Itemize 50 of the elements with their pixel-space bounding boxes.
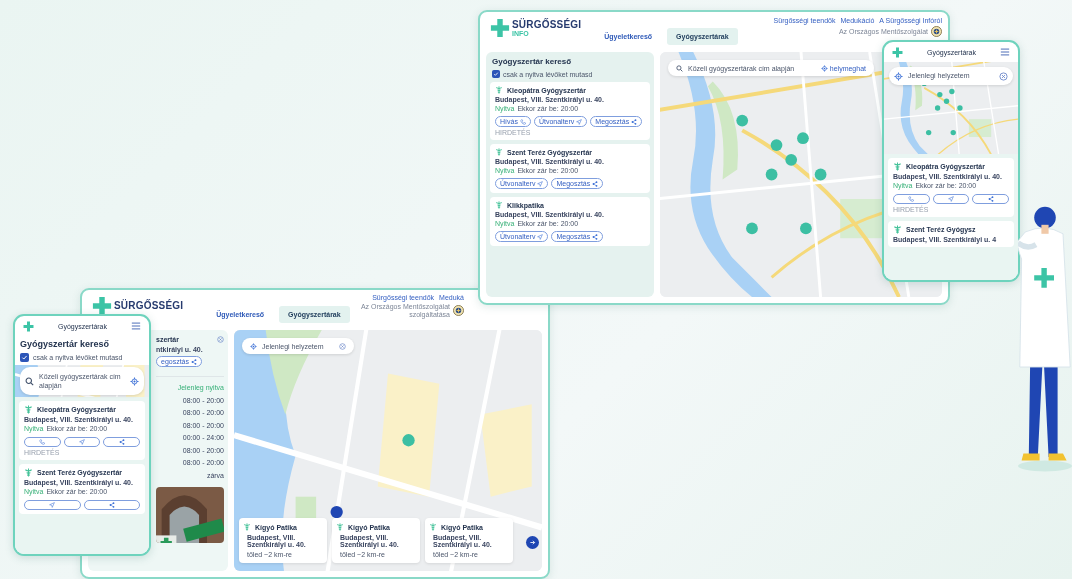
- search-icon: [25, 376, 34, 386]
- navigation-arrow-icon: [948, 196, 954, 202]
- cross-icon: [23, 320, 34, 332]
- emblem-icon: [453, 305, 464, 317]
- route-button[interactable]: [24, 500, 81, 510]
- crosshair-icon: [250, 342, 257, 350]
- checkbox[interactable]: [492, 70, 500, 78]
- cross-icon: [92, 296, 112, 316]
- share-icon: [108, 502, 115, 508]
- close-icon[interactable]: [217, 336, 224, 343]
- caduceus-icon: [495, 201, 503, 209]
- emblem-icon: [931, 26, 942, 37]
- share-icon: [631, 118, 638, 125]
- close-icon: [339, 342, 346, 350]
- route-button[interactable]: [932, 194, 970, 204]
- caduceus-icon: [429, 523, 437, 531]
- share-icon: [987, 196, 994, 202]
- logo-text: SÜRGŐSSÉGI: [512, 19, 582, 30]
- route-button[interactable]: [63, 437, 101, 447]
- share-icon: [191, 358, 198, 365]
- crosshair-icon: [130, 376, 139, 386]
- navigation-arrow-icon: [576, 118, 583, 125]
- share-button[interactable]: [972, 194, 1009, 204]
- caduceus-icon: [336, 523, 344, 531]
- call-button[interactable]: [24, 437, 61, 447]
- logo-text: SÜRGŐSSÉGI: [114, 301, 184, 311]
- phone-icon: [39, 439, 46, 445]
- caduceus-icon: [495, 148, 503, 156]
- caduceus-icon: [24, 405, 33, 414]
- caduceus-icon: [495, 86, 503, 94]
- menu-icon[interactable]: [131, 322, 141, 330]
- cross-icon: [490, 18, 510, 38]
- share-icon: [592, 233, 599, 240]
- navigation-arrow-icon: [537, 180, 544, 187]
- navigation-arrow-icon: [537, 233, 544, 240]
- share-icon: [592, 180, 599, 187]
- navigation-arrow-icon: [49, 502, 56, 508]
- panel-title: Gyógyszertár kereső: [19, 338, 111, 351]
- menu-icon[interactable]: [1000, 48, 1010, 56]
- share-button[interactable]: [83, 500, 140, 510]
- caduceus-icon: [243, 523, 251, 531]
- panel-title: Gyógyszertár kereső: [491, 57, 573, 66]
- close-icon: [999, 71, 1008, 81]
- arrow-icon: [529, 539, 536, 546]
- share-button[interactable]: [103, 437, 140, 447]
- share-icon: [118, 439, 125, 445]
- checkbox[interactable]: [20, 353, 29, 362]
- navigation-arrow-icon: [79, 439, 85, 445]
- phone-icon: [519, 118, 526, 125]
- caduceus-icon: [24, 468, 33, 477]
